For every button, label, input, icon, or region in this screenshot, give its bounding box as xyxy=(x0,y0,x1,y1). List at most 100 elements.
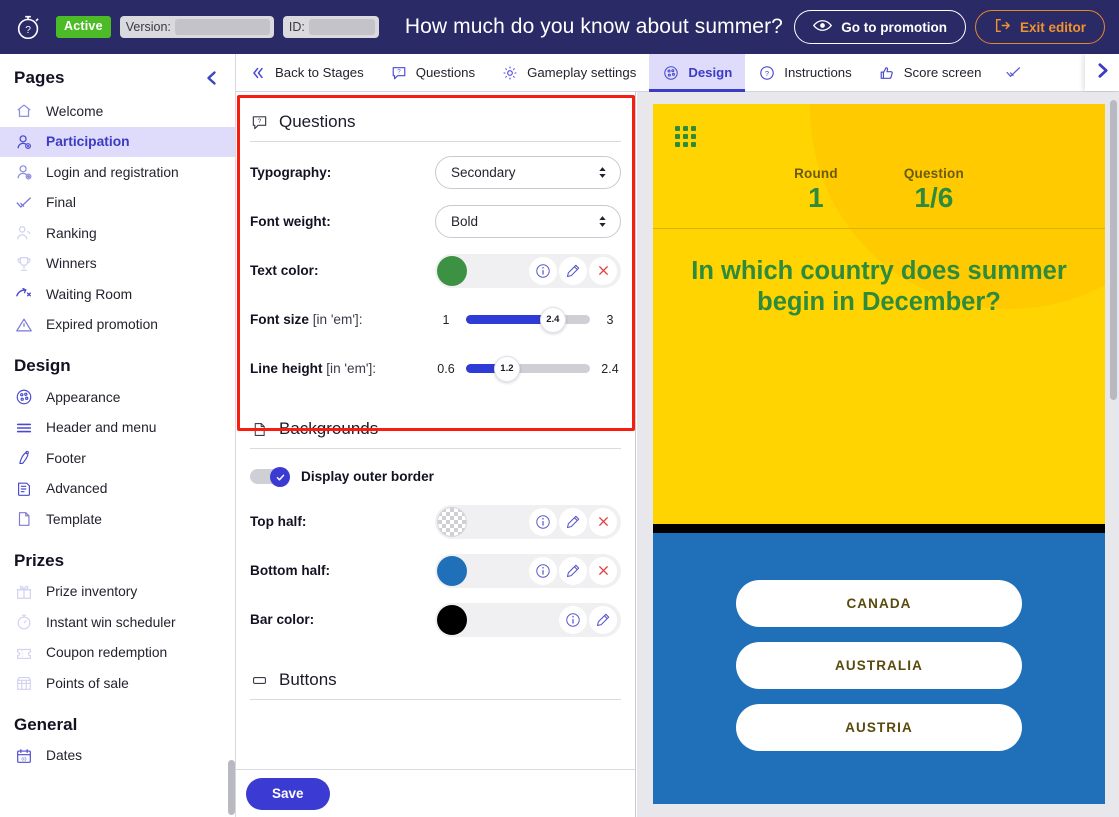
sidebar-item-welcome[interactable]: Welcome xyxy=(0,96,235,127)
font-size-slider[interactable]: 1 2.4 3 xyxy=(435,306,621,333)
save-button[interactable]: Save xyxy=(246,777,330,810)
sidebar-item-ranking[interactable]: Ranking xyxy=(0,218,235,249)
color-swatch[interactable] xyxy=(437,506,467,537)
top-half-color-picker[interactable] xyxy=(435,504,621,539)
close-icon[interactable] xyxy=(589,507,617,536)
round-question-strip: Round 1 Question 1/6 xyxy=(653,166,1105,214)
tab-scroll-right-button[interactable] xyxy=(1085,54,1119,91)
eye-icon xyxy=(813,19,833,35)
tab-gameplay-settings[interactable]: Gameplay settings xyxy=(488,54,649,91)
bottom-half-color-picker[interactable] xyxy=(435,553,621,588)
bar-color-picker[interactable] xyxy=(435,602,621,637)
color-swatch[interactable] xyxy=(437,255,467,286)
home-icon xyxy=(14,101,34,121)
store-icon xyxy=(14,673,34,693)
question-value: 1/6 xyxy=(914,182,954,213)
sidebar-item-points-of-sale[interactable]: Points of sale xyxy=(0,668,235,699)
top-half-control xyxy=(435,504,621,539)
sidebar-item-coupon-redemption[interactable]: Coupon redemption xyxy=(0,638,235,669)
line-height-slider[interactable]: 0.6 1.2 2.4 xyxy=(435,355,621,382)
sidebar-item-login-and-registration[interactable]: Login and registration xyxy=(0,157,235,188)
answer-button[interactable]: AUSTRALIA xyxy=(736,642,1022,689)
check-icon xyxy=(1004,64,1022,82)
row-display-outer-border[interactable]: Display outer border xyxy=(250,455,621,497)
close-icon[interactable] xyxy=(589,256,617,285)
info-icon[interactable] xyxy=(529,556,557,585)
line-height-track[interactable]: 1.2 xyxy=(466,355,590,382)
id-field[interactable]: ID: xyxy=(282,16,379,38)
tab-design[interactable]: Design xyxy=(649,54,746,92)
pencil-icon[interactable] xyxy=(559,556,587,585)
font-size-slider-wrap: 1 2.4 3 xyxy=(435,306,621,333)
page-icon xyxy=(250,420,269,439)
tab-back-to-stages[interactable]: Back to Stages xyxy=(236,54,377,91)
font-weight-select[interactable]: Bold xyxy=(435,205,621,238)
font-size-label-text: Font size xyxy=(250,312,309,327)
line-height-unit: [in 'em']: xyxy=(326,361,377,376)
editor-tab-bar: Back to Stages ? Questions Gameplay sett… xyxy=(236,54,1119,92)
sidebar-item-final[interactable]: Final xyxy=(0,188,235,219)
go-to-promotion-button[interactable]: Go to promotion xyxy=(794,10,966,44)
info-icon[interactable] xyxy=(559,605,587,634)
round-label: Round xyxy=(794,166,838,181)
gift-icon xyxy=(14,582,34,602)
sidebar-item-header-and-menu[interactable]: Header and menu xyxy=(0,413,235,444)
answer-button[interactable]: CANADA xyxy=(736,580,1022,627)
sidebar-item-prize-inventory[interactable]: Prize inventory xyxy=(0,577,235,608)
text-color-picker[interactable] xyxy=(435,253,621,288)
sidebar-item-dates[interactable]: 03 Dates xyxy=(0,741,235,772)
font-size-track[interactable]: 2.4 xyxy=(466,306,590,333)
tab-final-check[interactable] xyxy=(994,54,1032,91)
version-field[interactable]: Version: xyxy=(119,16,274,38)
sidebar-item-appearance[interactable]: Appearance xyxy=(0,382,235,413)
text-color-control xyxy=(435,253,621,288)
section-title: Questions xyxy=(279,112,356,131)
sidebar-item-participation[interactable]: Participation xyxy=(0,126,235,157)
grid-dots-icon[interactable] xyxy=(675,126,697,148)
pencil-icon[interactable] xyxy=(559,256,587,285)
sidebar-general-title: General xyxy=(14,714,78,734)
close-icon[interactable] xyxy=(589,556,617,585)
check-icon xyxy=(14,193,34,213)
stopwatch-question-icon[interactable]: ? xyxy=(14,12,44,42)
color-swatch[interactable] xyxy=(437,604,467,635)
question-indicator: Question 1/6 xyxy=(904,166,964,214)
sidebar-item-expired-promotion[interactable]: Expired promotion xyxy=(0,310,235,341)
display-outer-border-toggle[interactable] xyxy=(250,467,290,487)
line-height-knob[interactable]: 1.2 xyxy=(493,355,520,382)
text-color-label: Text color: xyxy=(250,263,319,278)
sidebar-item-instant-win-scheduler[interactable]: Instant win scheduler xyxy=(0,607,235,638)
font-weight-value: Bold xyxy=(451,214,479,229)
chevron-left-icon[interactable] xyxy=(203,69,221,87)
sidebar-item-footer[interactable]: Footer xyxy=(0,443,235,474)
sidebar-item-waiting-room[interactable]: Waiting Room xyxy=(0,279,235,310)
pencil-icon[interactable] xyxy=(589,605,617,634)
toggle-knob xyxy=(270,467,290,487)
sidebar-item-label: Prize inventory xyxy=(46,584,138,600)
palette-icon xyxy=(14,387,34,407)
row-line-height: Line height [in 'em']: 0.6 1.2 2.4 xyxy=(250,344,621,393)
id-value xyxy=(308,19,375,35)
preview-scrollbar[interactable] xyxy=(1110,100,1117,400)
line-height-slider-wrap: 0.6 1.2 2.4 xyxy=(435,355,621,382)
color-swatch[interactable] xyxy=(437,555,467,586)
sidebar-item-template[interactable]: Template xyxy=(0,504,235,535)
tab-score-screen[interactable]: Score screen xyxy=(865,54,995,91)
sidebar-item-winners[interactable]: Winners xyxy=(0,249,235,280)
tab-questions[interactable]: ? Questions xyxy=(377,54,488,91)
sidebar-scrollbar[interactable] xyxy=(228,760,235,815)
round-indicator: Round 1 xyxy=(794,166,838,214)
palette-icon xyxy=(662,64,680,82)
tab-label: Questions xyxy=(415,65,476,80)
tab-instructions[interactable]: ? Instructions xyxy=(745,54,864,91)
answer-button[interactable]: AUSTRIA xyxy=(736,704,1022,751)
exit-editor-button[interactable]: Exit editor xyxy=(974,10,1105,44)
info-icon[interactable] xyxy=(529,256,557,285)
typography-select[interactable]: Secondary xyxy=(435,156,621,189)
sidebar-item-advanced[interactable]: Advanced xyxy=(0,474,235,505)
sidebar-item-label: Winners xyxy=(46,256,97,272)
pencil-icon[interactable] xyxy=(559,507,587,536)
info-icon[interactable] xyxy=(529,507,557,536)
font-size-knob[interactable]: 2.4 xyxy=(539,306,566,333)
sidebar-item-label: Advanced xyxy=(46,481,108,497)
